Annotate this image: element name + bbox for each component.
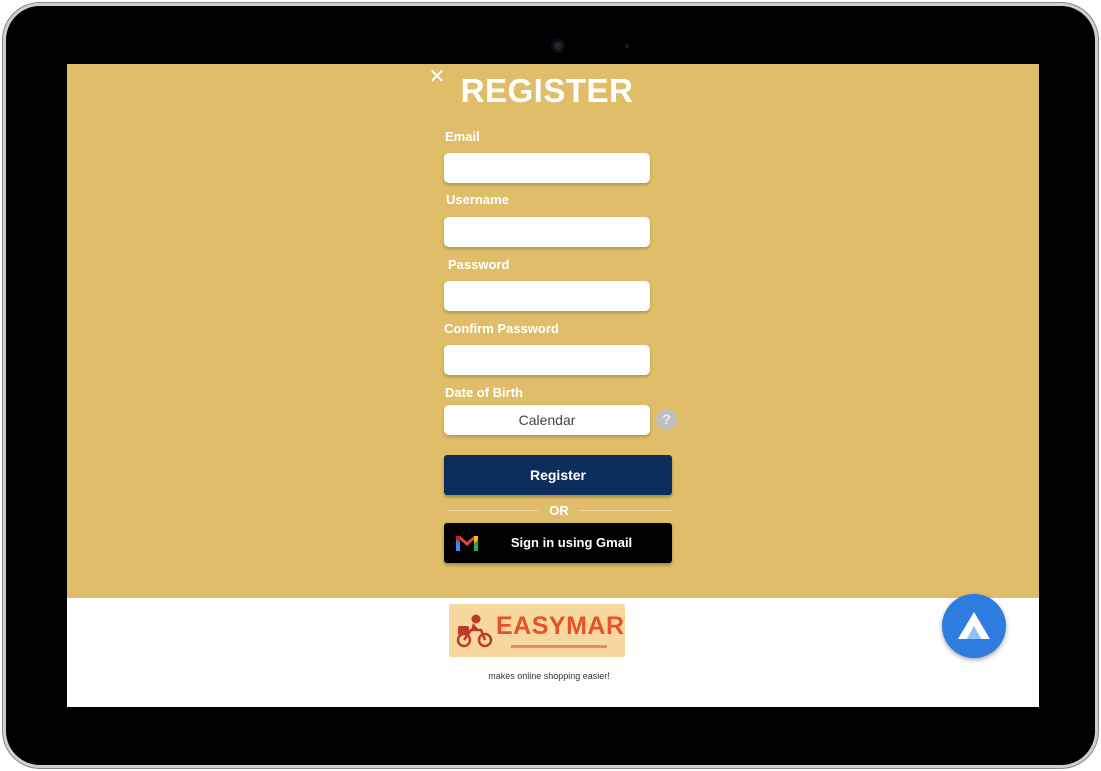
password-field[interactable]: [444, 281, 650, 311]
password-label: Password: [448, 257, 510, 272]
confirm-password-field[interactable]: [444, 345, 650, 375]
app-launcher-icon: [958, 612, 990, 639]
tagline: makes online shopping easier!: [488, 671, 610, 681]
brand-name: EASYMART: [496, 612, 625, 640]
divider-left: [447, 510, 539, 511]
close-icon[interactable]: ✕: [427, 66, 447, 88]
brand-subline: [511, 645, 607, 648]
camera-icon: [551, 39, 565, 53]
page-title: REGISTER: [460, 72, 634, 109]
register-button[interactable]: Register: [444, 455, 672, 495]
gmail-signin-button[interactable]: Sign in using Gmail: [444, 523, 672, 563]
email-field[interactable]: [444, 153, 650, 183]
confirm-password-label: Confirm Password: [444, 321, 559, 336]
sensor-dot: [625, 44, 629, 48]
app-launcher-button[interactable]: [942, 594, 1006, 658]
app-screen: ✕ REGISTER Email Username Password Confi…: [67, 64, 1039, 707]
or-separator: OR: [549, 503, 569, 518]
help-icon[interactable]: ?: [656, 409, 677, 430]
email-label: Email: [445, 129, 480, 144]
footer: EASYMART makes online shopping easier!: [67, 594, 1039, 707]
easymart-logo: EASYMART: [449, 604, 625, 657]
divider-right: [579, 510, 673, 511]
username-label: Username: [446, 192, 509, 207]
gmail-button-label: Sign in using Gmail: [510, 535, 633, 550]
calendar-button[interactable]: Calendar: [444, 405, 650, 435]
dob-label: Date of Birth: [445, 385, 523, 400]
gmail-icon: [456, 536, 478, 551]
scooter-icon: [456, 614, 493, 648]
username-field[interactable]: [444, 217, 650, 247]
